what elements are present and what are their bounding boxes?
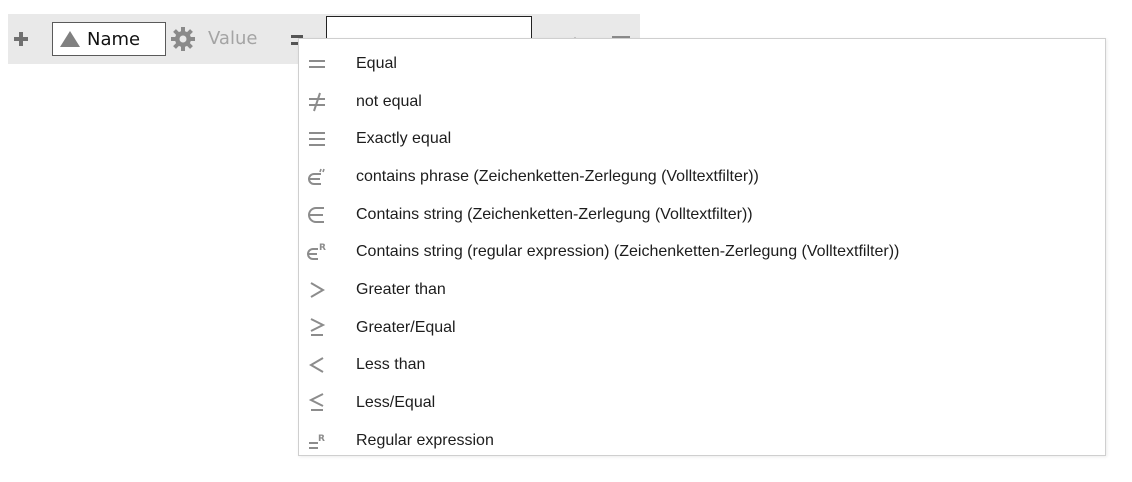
element-of-regex-icon: R — [303, 238, 331, 266]
menu-item-regular-expression[interactable]: R Regular expression — [299, 422, 1105, 460]
triangle-icon — [60, 31, 80, 47]
menu-item-exactly-equal[interactable]: Exactly equal — [299, 120, 1105, 158]
menu-item-contains-string-regex[interactable]: R Contains string (regular expression) (… — [299, 233, 1105, 271]
menu-item-equal[interactable]: Equal — [299, 45, 1105, 83]
menu-item-label: contains phrase (Zeichenketten-Zerlegung… — [356, 167, 759, 185]
menu-item-label: Greater/Equal — [356, 318, 456, 336]
equals-icon — [303, 50, 331, 78]
menu-item-label: not equal — [356, 92, 422, 110]
greater-equal-icon — [303, 314, 331, 342]
menu-item-greater-equal[interactable]: Greater/Equal — [299, 309, 1105, 347]
menu-item-less-equal[interactable]: Less/Equal — [299, 384, 1105, 422]
greater-than-icon — [303, 276, 331, 304]
menu-item-label: Regular expression — [356, 431, 494, 449]
not-equal-icon — [303, 88, 331, 116]
svg-text:R: R — [319, 243, 326, 253]
field-name-selector[interactable]: Name — [52, 22, 166, 56]
less-than-icon — [303, 351, 331, 379]
menu-item-label: Contains string (regular expression) (Ze… — [356, 243, 900, 261]
regex-icon: R — [303, 427, 331, 455]
identical-icon — [303, 125, 331, 153]
operator-dropdown-menu: Equal not equal Exactly equal contains p… — [298, 38, 1106, 456]
field-name-label: Name — [87, 28, 141, 50]
element-of-icon — [303, 201, 331, 229]
menu-item-not-equal[interactable]: not equal — [299, 83, 1105, 121]
menu-item-label: Less than — [356, 356, 426, 374]
gear-icon[interactable] — [168, 25, 198, 53]
menu-item-contains-phrase[interactable]: contains phrase (Zeichenketten-Zerlegung… — [299, 158, 1105, 196]
menu-item-label: Greater than — [356, 280, 446, 298]
contains-phrase-icon — [303, 163, 331, 191]
menu-item-label: Equal — [356, 54, 397, 72]
menu-item-label: Exactly equal — [356, 130, 452, 148]
plus-icon[interactable] — [10, 28, 32, 50]
less-equal-icon — [303, 389, 331, 417]
value-label: Value — [208, 28, 258, 49]
menu-item-greater-than[interactable]: Greater than — [299, 271, 1105, 309]
menu-item-label: Contains string (Zeichenketten-Zerlegung… — [356, 205, 753, 223]
menu-item-less-than[interactable]: Less than — [299, 347, 1105, 385]
menu-item-label: Less/Equal — [356, 394, 436, 412]
svg-text:R: R — [318, 434, 325, 444]
menu-item-contains-string[interactable]: Contains string (Zeichenketten-Zerlegung… — [299, 196, 1105, 234]
